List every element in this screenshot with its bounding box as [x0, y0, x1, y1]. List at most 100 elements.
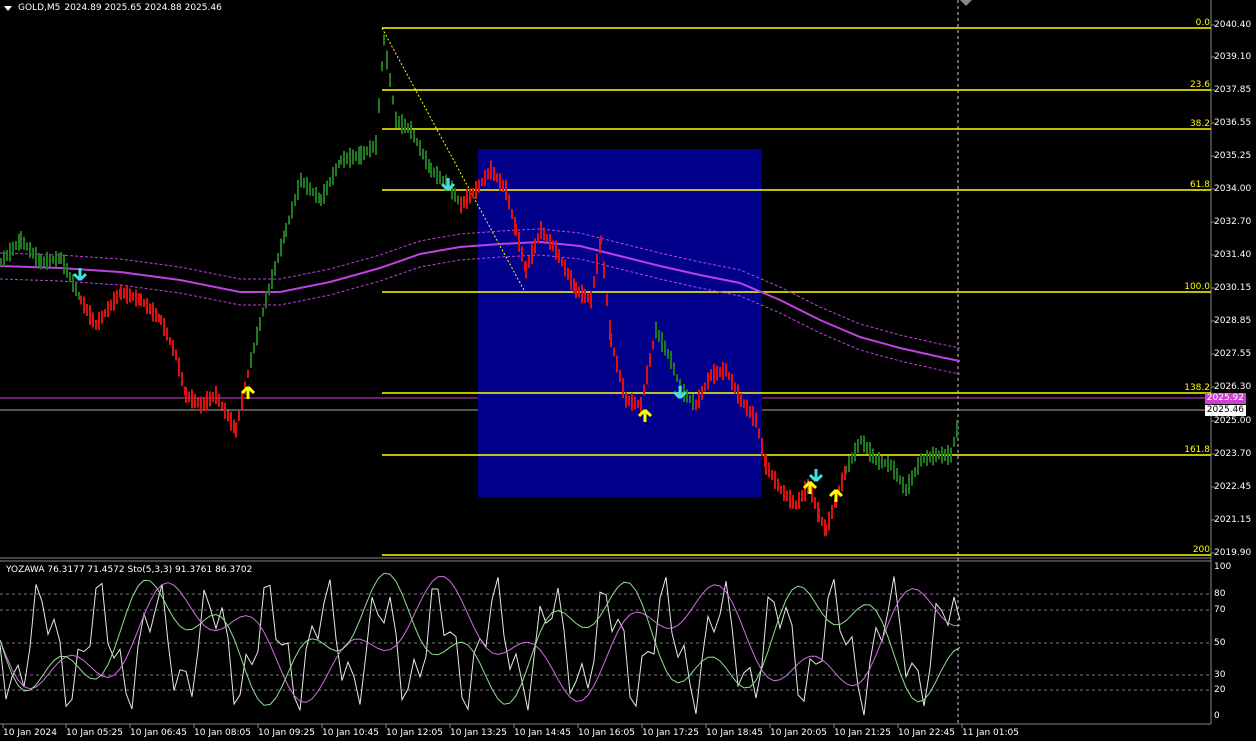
price-bar [40, 254, 42, 270]
price-bar [692, 394, 694, 410]
price-bar [343, 150, 345, 168]
price-bar [92, 312, 94, 328]
price-bar [95, 320, 97, 330]
price-bar [508, 194, 510, 210]
price-bar [160, 315, 162, 325]
price-bar [774, 471, 776, 489]
price-bar [116, 290, 118, 305]
dropdown-triangle-icon[interactable] [4, 5, 12, 11]
price-axis-label: 2031.40 [1214, 250, 1252, 260]
price-bar [701, 386, 703, 400]
price-bar [230, 411, 232, 431]
price-bar [722, 362, 724, 380]
price-bar [209, 391, 211, 407]
price-bar [944, 449, 946, 461]
price-bar [658, 330, 660, 342]
time-axis-label: 10 Jan 22:45 [898, 728, 955, 738]
price-bar [169, 337, 171, 345]
chart-shift-marker-icon[interactable] [960, 0, 972, 6]
price-bar [505, 180, 507, 200]
price-bar [224, 402, 226, 419]
price-bar [194, 394, 196, 408]
price-bar [407, 123, 409, 133]
price-bar [178, 357, 180, 377]
price-bar [941, 446, 943, 464]
price-axis-label: 2032.70 [1214, 217, 1252, 227]
price-bar [631, 393, 633, 411]
price-bar [326, 180, 328, 196]
price-bar [320, 194, 322, 206]
price-bar [878, 452, 880, 470]
price-bar [911, 470, 913, 486]
price-bar [686, 389, 688, 403]
price-bar [383, 34, 385, 46]
price-bar [69, 271, 71, 282]
price-bar [277, 253, 279, 263]
price-bar [893, 460, 895, 480]
trading-chart[interactable] [0, 0, 1256, 741]
price-bar [661, 332, 663, 352]
price-bar [484, 170, 486, 186]
price-bar [338, 160, 340, 168]
price-bar [860, 435, 862, 445]
price-bar [306, 177, 308, 195]
price-bar [786, 490, 788, 502]
price-bar [98, 312, 100, 331]
price-bar [590, 291, 592, 309]
oscillator-axis-label: 50 [1214, 638, 1226, 648]
price-bar [596, 254, 598, 274]
price-bar [771, 470, 773, 480]
price-bar [719, 367, 721, 377]
price-bar [616, 355, 618, 373]
price-bar [360, 145, 362, 165]
price-bar [581, 284, 583, 304]
price-bar [953, 436, 955, 447]
oscillator-axis-label: 0 [1214, 711, 1220, 721]
price-bar [929, 451, 931, 463]
price-bar [120, 284, 122, 300]
price-bar [20, 231, 22, 249]
price-bar [52, 255, 54, 264]
price-bar [460, 196, 462, 214]
price-bar [814, 497, 816, 509]
price-bar [381, 61, 383, 72]
price-bar [265, 291, 267, 309]
price-bar [363, 146, 365, 160]
price-bar [181, 372, 183, 386]
price-bar [398, 116, 400, 128]
price-bar [104, 309, 106, 318]
price-bar [737, 384, 739, 404]
price-bar [549, 234, 551, 250]
price-bar [404, 118, 406, 134]
price-bar [564, 259, 566, 277]
price-bar [606, 294, 608, 306]
price-bar [558, 249, 560, 263]
price-bar [884, 459, 886, 467]
price-bar [689, 395, 691, 403]
price-bar [950, 447, 952, 463]
price-bar [905, 484, 907, 496]
price-bar [323, 184, 325, 204]
price-bar [355, 151, 357, 162]
price-bar [649, 353, 651, 367]
symbol-header[interactable]: GOLD,M5 2024.89 2025.65 2024.88 2025.46 [4, 3, 222, 13]
price-bar [783, 485, 785, 501]
price-bar [247, 370, 249, 378]
price-bar [493, 167, 495, 181]
price-bar [854, 442, 856, 462]
price-bar [655, 321, 657, 339]
price-bar [75, 283, 77, 296]
price-bar [713, 364, 715, 384]
price-bar [206, 391, 208, 411]
price-bar [857, 439, 859, 453]
price-bar [35, 247, 37, 266]
price-bar [956, 419, 958, 438]
price-axis-label: 2039.10 [1214, 52, 1252, 62]
price-bar [768, 462, 770, 478]
price-bar [227, 410, 229, 422]
price-bar [804, 481, 806, 502]
price-bar [32, 247, 34, 259]
price-bar [155, 308, 157, 322]
price-bar [670, 351, 672, 369]
highlight-rectangle[interactable] [478, 149, 762, 497]
